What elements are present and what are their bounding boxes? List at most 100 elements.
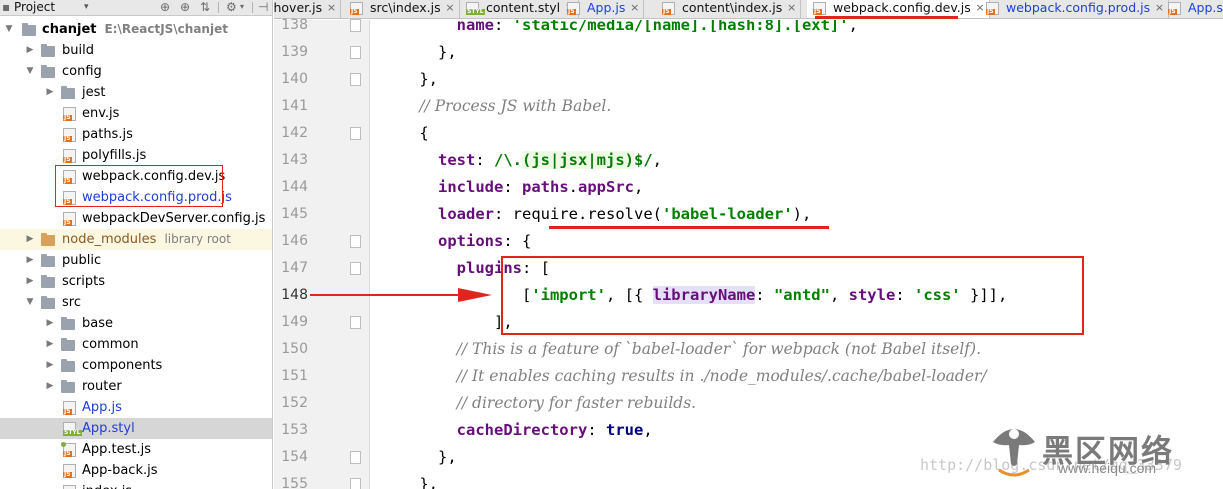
editor-tab-bar: JSihover.js×JSsrc\index.js×STYLcontent.s… [274,0,1223,19]
chevron-right-icon[interactable]: ▶ [25,250,35,271]
fold-marker-icon[interactable] [350,262,361,275]
tree-item[interactable]: JS paths.js [0,124,272,145]
fold-marker-icon[interactable] [350,46,361,59]
editor-tab[interactable]: JS webpack.config.prod.js × [980,0,1170,18]
project-view-title[interactable]: Project [14,0,55,14]
chevron-right-icon[interactable]: ▶ [45,355,55,376]
tree-item-label: components [82,358,163,373]
tree-item[interactable]: JS App.test.js [0,439,272,460]
sync-icon[interactable]: ⊕ [180,0,190,14]
fold-marker-icon[interactable] [350,451,361,464]
code-token: (js|jsx|mjs) [522,151,634,169]
tab-label: webpack.config.prod.js [1006,0,1151,15]
editor-tab[interactable]: JSApp.s× [1162,0,1223,18]
tree-item-label: paths.js [82,127,133,142]
fold-marker-icon[interactable] [350,127,361,140]
chevron-right-icon[interactable]: ▶ [45,313,55,334]
code-token: , [643,421,653,439]
tree-item[interactable]: ▶ common [0,334,272,355]
js-test-file-icon: JS [61,442,76,457]
tree-item[interactable]: JS webpack.config.prod.js [0,187,272,208]
tree-item[interactable]: ▶ build [0,40,272,61]
tree-item[interactable]: ▼ config [0,61,272,82]
watermark-domain: www.heiqu.com [1058,460,1157,476]
folder-icon [61,338,75,351]
close-icon[interactable]: × [630,0,639,15]
js-file-icon: JS [350,2,363,15]
chevron-right-icon[interactable]: ▶ [25,271,35,292]
code-token: cacheDirectory [456,421,588,439]
code-line: // This is a feature of `babel-loader` f… [382,336,981,363]
close-icon[interactable]: × [787,0,796,15]
chevron-right-icon[interactable]: ▶ [45,82,55,103]
line-number: 139 [281,44,308,60]
code-line: // Process JS with Babel. [382,93,611,120]
tree-item[interactable]: ▶ public [0,250,272,271]
editor-tab[interactable]: JS content\index.js × [656,0,802,18]
tree-item[interactable]: ▶ components [0,355,272,376]
gear-icon[interactable]: ⚙ [226,0,237,14]
tree-item-label: common [82,337,139,352]
annotation-underline-babel-loader [549,226,829,229]
code-token: : [503,178,522,196]
fold-marker-icon[interactable] [350,478,361,489]
code-token: paths [522,178,569,196]
chevron-right-icon[interactable]: ▶ [45,376,55,397]
chevron-down-icon[interactable]: ▾ [84,0,89,14]
tree-item-label: build [62,43,94,58]
chevron-down-icon[interactable]: ▼ [25,61,35,82]
editor-tab[interactable]: JS src\index.js × [344,0,460,18]
target-icon[interactable]: ⊕ [160,0,170,14]
fold-marker-icon[interactable] [350,73,361,86]
tree-item[interactable]: JS index.js [0,481,272,489]
code-token: // It enables caching results in ./node_… [456,367,987,385]
js-file-icon: JS [63,149,76,163]
tree-item[interactable]: ▶ jest [0,82,272,103]
chevron-right-icon[interactable]: ▶ [25,40,35,61]
tree-item[interactable]: JS polyfills.js [0,145,272,166]
tree-item[interactable]: JS App.js [0,397,272,418]
tree-item[interactable]: STYL App.styl [0,418,272,439]
js-file-icon: JS [63,485,76,489]
code-token: }, [382,43,457,61]
collapse-all-icon[interactable]: ⇅ [200,0,210,14]
js-file-icon: JS [63,212,76,226]
code-token: : [587,421,606,439]
fold-marker-icon[interactable] [350,235,361,248]
fold-marker-icon[interactable] [350,316,361,329]
line-number: 155 [281,476,308,489]
tree-item[interactable]: ▶ node_modules library root [0,229,272,250]
code-token: test [438,151,476,169]
tree-root[interactable]: ▼ chanjet E:\ReactJS\chanjet [0,19,272,40]
tree-item[interactable]: JS env.js [0,103,272,124]
code-line: options: { [382,228,531,255]
code-token: }]], [960,286,1008,304]
chevron-right-icon[interactable]: ▶ [45,334,55,355]
hide-panel-icon[interactable]: ⊣ [258,0,268,14]
chevron-down-icon[interactable]: ▾ [240,0,244,14]
code-token: // Process JS with Babel. [419,97,612,115]
project-view-icon[interactable]: ▪ [2,0,10,14]
tree-item[interactable]: JS webpack.config.dev.js [0,166,272,187]
close-icon[interactable]: × [445,0,454,15]
close-icon[interactable]: × [327,0,336,15]
editor-tab[interactable]: JS App.js × [561,0,645,18]
tree-item-label: App.styl [82,421,135,436]
tree-item[interactable]: ▼ src [0,292,272,313]
code-token: : { [503,232,532,250]
code-editor[interactable]: name: 'static/media/[name].[hash:8].[ext… [370,20,1223,489]
tree-item[interactable]: ▶ scripts [0,271,272,292]
tree-item[interactable]: JS webpackDevServer.config.js [0,208,272,229]
chevron-right-icon[interactable]: ▶ [25,229,35,250]
tree-item[interactable]: JS App-back.js [0,460,272,481]
styl-file-icon: STYL [466,2,485,15]
code-line: { [382,120,428,147]
project-panel: ▪ Project ▾ ⊕ ⊕ ⇅ ⚙ ▾ ⊣ ▼ chanjet E:\Reac… [0,0,273,489]
folder-icon [61,380,75,393]
chevron-down-icon[interactable]: ▼ [4,19,14,40]
chevron-down-icon[interactable]: ▼ [25,292,35,313]
tree-item[interactable]: ▶ base [0,313,272,334]
fold-marker-icon[interactable] [350,19,361,32]
tree-item[interactable]: ▶ router [0,376,272,397]
line-number: 148 [281,287,308,303]
